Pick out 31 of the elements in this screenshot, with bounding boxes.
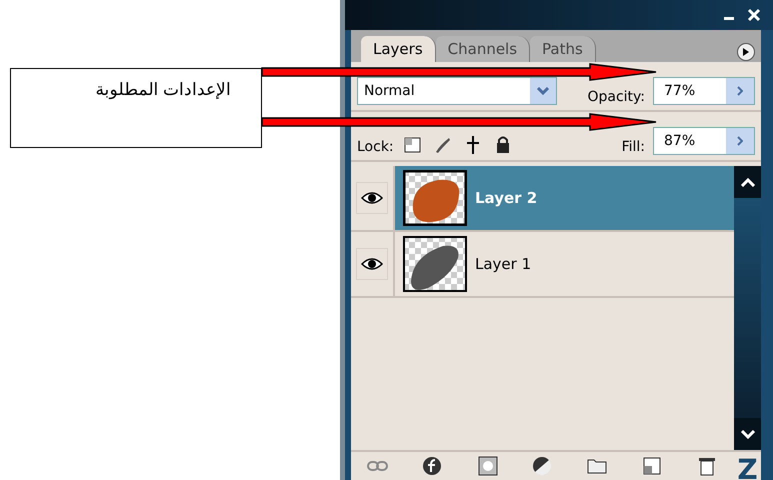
eye-icon[interactable] xyxy=(361,191,383,205)
fill-field[interactable]: 87% xyxy=(653,127,755,155)
callout-text: الإعدادات المطلوبة xyxy=(10,68,262,148)
tab[interactable]: Layers xyxy=(361,36,436,62)
opacity-field[interactable]: 77% xyxy=(653,77,755,105)
layer-thumbnail xyxy=(403,236,467,292)
caret-icon[interactable] xyxy=(737,86,743,96)
eye-icon[interactable] xyxy=(361,257,383,271)
scrollbar[interactable] xyxy=(734,166,761,450)
tab[interactable]: Channels xyxy=(436,36,530,62)
chevron-up-icon[interactable] xyxy=(740,178,754,186)
fill-label: Fill: xyxy=(622,139,645,155)
mask-icon[interactable] xyxy=(476,456,499,476)
close-icon[interactable] xyxy=(747,8,761,22)
tab[interactable]: Paths xyxy=(530,36,596,62)
corner-letter: Z xyxy=(736,453,759,480)
caret-icon xyxy=(743,48,749,56)
layer-name: Layer 2 xyxy=(475,189,538,207)
blend-mode-dropdown[interactable]: Normal xyxy=(357,77,557,105)
lock-label: Lock: xyxy=(357,139,394,155)
caret-icon[interactable] xyxy=(737,136,743,146)
chevron-down-icon xyxy=(537,87,549,95)
chevron-down-icon[interactable] xyxy=(740,430,754,438)
opacity-label: Opacity: xyxy=(587,89,645,105)
layer-row[interactable]: Layer 1 xyxy=(351,232,734,298)
layer-name: Layer 1 xyxy=(475,255,532,273)
adjustment-icon[interactable] xyxy=(531,456,554,476)
layer-thumbnail xyxy=(403,170,467,226)
layer-row[interactable]: Layer 2 xyxy=(351,166,734,232)
new-layer-icon[interactable] xyxy=(640,456,663,476)
panel-menu-button[interactable] xyxy=(737,43,755,61)
